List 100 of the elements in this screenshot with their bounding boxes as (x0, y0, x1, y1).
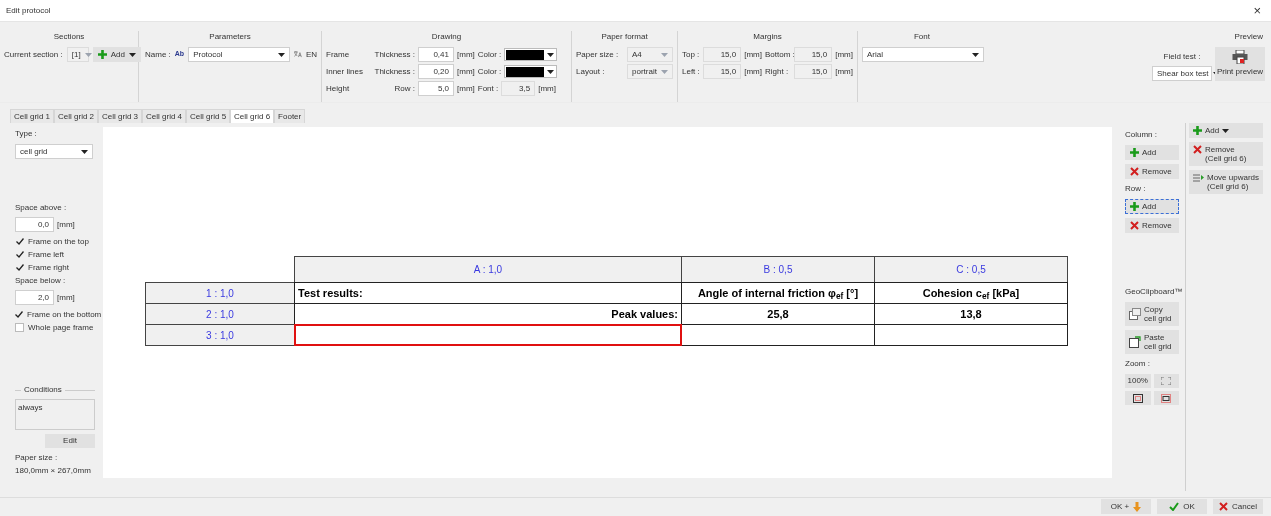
group-title: Preview (1234, 31, 1263, 43)
field-label: [mm] (538, 82, 556, 95)
tab[interactable]: Cell grid 4 (142, 109, 187, 123)
print-preview-button[interactable]: Print preview (1215, 47, 1265, 81)
section-select[interactable]: [1] (66, 47, 89, 62)
field-label: Paper size : (576, 48, 620, 61)
space-above-field[interactable]: 0,0 (15, 217, 54, 232)
field-label: Thickness : (373, 48, 415, 61)
group-title: Drawing (430, 31, 463, 43)
dropdown-caret-icon (128, 52, 136, 57)
value-field[interactable]: 15,0 (703, 47, 742, 62)
checkbox[interactable] (15, 237, 24, 246)
paste-button[interactable]: Paste cell grid (1125, 330, 1179, 354)
list-move-icon (1193, 173, 1204, 184)
plus-icon (97, 50, 107, 59)
translate-icon[interactable] (294, 50, 302, 59)
field-label: Field test : (1163, 51, 1201, 63)
add-button[interactable]: Add (92, 47, 141, 62)
field-label: Left : (682, 65, 700, 78)
value-field[interactable]: 0,41 (418, 47, 454, 62)
field-label: GeoClipboard™ (1125, 286, 1184, 298)
dropdown-caret-icon (547, 69, 555, 74)
color-picker[interactable] (504, 65, 558, 78)
field-label: Thickness : (373, 65, 415, 78)
field-label: [mm] (457, 48, 475, 61)
tab[interactable]: Cell grid 5 (186, 109, 231, 123)
tab[interactable]: Cell grid 1 (10, 109, 54, 123)
field-label: Name : (145, 48, 171, 61)
group-title: Paper format (600, 31, 649, 43)
grid-cell[interactable] (294, 324, 682, 346)
checkbox[interactable] (15, 250, 24, 259)
checkbox[interactable] (15, 263, 24, 272)
ok-check-icon (1169, 502, 1180, 511)
value-field[interactable]: 15,0 (794, 47, 833, 62)
checkbox-label: Frame on the top (28, 235, 89, 248)
field-label: Paper size : (15, 452, 59, 464)
field-label: Space below : (15, 275, 67, 287)
language-label: EN (305, 48, 317, 61)
field-label: [mm] (744, 48, 762, 61)
field-label: Frame (326, 48, 351, 61)
value-field[interactable]: 3,5 (501, 81, 536, 96)
zoom-width-button[interactable] (1153, 391, 1179, 405)
field-label: Current section : (4, 48, 63, 61)
select-field[interactable]: A4 (627, 47, 673, 62)
column-header[interactable]: B : 0,5 (681, 256, 875, 283)
remove-row-button[interactable]: Remove (1125, 218, 1179, 233)
plus-icon (1130, 148, 1139, 157)
ok-plus-button[interactable]: OK + (1101, 499, 1151, 514)
color-picker[interactable] (504, 48, 558, 61)
column-header[interactable]: C : 0,5 (874, 256, 1068, 283)
copy-button[interactable]: Copy cell grid (1125, 302, 1179, 326)
remove-column-button[interactable]: Remove (1125, 164, 1179, 179)
remove-button[interactable]: Remove (Cell grid 6) (1189, 142, 1263, 166)
zoom-100-button[interactable]: 100% (1125, 374, 1151, 388)
value-field[interactable]: 5,0 (418, 81, 454, 96)
value-field[interactable]: 0,20 (418, 64, 454, 79)
value-field[interactable]: 15,0 (703, 64, 742, 79)
grid-cell[interactable]: Test results: (294, 282, 682, 304)
tab[interactable]: Cell grid 3 (98, 109, 143, 123)
group-title: Font (913, 31, 931, 43)
field-label: Height (326, 82, 351, 95)
ok-button[interactable]: OK (1157, 499, 1207, 514)
zoom-page-button[interactable] (1125, 391, 1151, 405)
plus-icon (1130, 202, 1139, 211)
move-upwards-button[interactable]: Move upwards (Cell grid 6) (1189, 170, 1263, 194)
checkbox[interactable] (15, 310, 23, 319)
add-column-button[interactable]: Add (1125, 145, 1179, 160)
paper-size-value: 180,0mm × 267,0mm (15, 465, 92, 477)
condition-text: always (18, 403, 43, 412)
field-label: Row : (393, 82, 415, 95)
group-title: Margins (752, 31, 783, 43)
column-header[interactable]: A : 1,0 (294, 256, 682, 283)
value-field[interactable]: 15,0 (794, 64, 833, 79)
row-header[interactable]: 3 : 1,0 (145, 324, 295, 346)
name-select[interactable]: Protocol (188, 47, 291, 62)
row-header[interactable]: 1 : 1,0 (145, 282, 295, 304)
grid-cell[interactable] (874, 324, 1068, 346)
space-below-field[interactable]: 2,0 (15, 290, 54, 305)
grid-cell[interactable]: Cohesion c$_{ef}$ [kPa] (874, 282, 1068, 304)
add-row-button[interactable]: Add (1125, 199, 1179, 214)
checkbox[interactable] (15, 323, 24, 332)
cancel-button[interactable]: Cancel (1213, 499, 1263, 514)
tab[interactable]: Cell grid 6 (230, 109, 275, 123)
edit-button[interactable]: Edit (45, 434, 95, 448)
page-frame-icon (1132, 393, 1143, 403)
add-menu-button[interactable]: Add (1189, 123, 1263, 138)
fit-icon (1161, 377, 1172, 385)
field-label: [mm] (835, 48, 853, 61)
field-label: Top : (682, 48, 700, 61)
field-test-select[interactable]: Shear box test (1152, 66, 1212, 81)
plus-icon (1193, 126, 1202, 135)
select-field[interactable]: portrait (627, 64, 673, 79)
copy-icon (1129, 308, 1141, 320)
close-button[interactable]: × (1249, 4, 1265, 17)
tab[interactable]: Cell grid 2 (54, 109, 99, 123)
field-label: [mm] (57, 291, 75, 304)
row-header[interactable]: 2 : 1,0 (145, 303, 295, 325)
font-select[interactable]: Arial (862, 47, 984, 62)
tab[interactable]: Footer (274, 109, 306, 123)
type-select[interactable]: cell grid (15, 144, 93, 159)
